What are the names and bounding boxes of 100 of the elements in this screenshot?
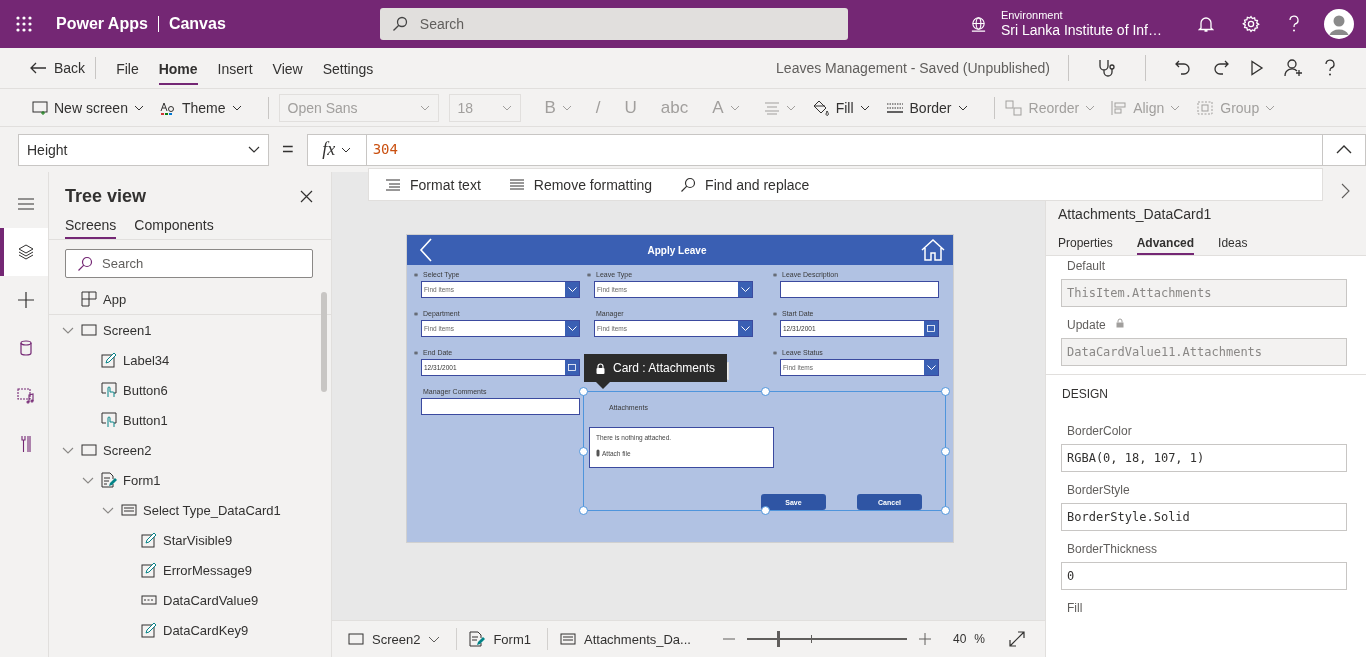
property-field[interactable]: BorderStyle.Solid — [1061, 503, 1347, 531]
tree-item[interactable]: Screen1 — [49, 315, 331, 345]
panel-tab[interactable]: Advanced — [1136, 236, 1195, 255]
search-field[interactable]: Search — [65, 249, 313, 278]
resize-handle[interactable] — [579, 447, 588, 456]
caret-icon — [1265, 104, 1276, 111]
dropdown-button[interactable] — [924, 360, 938, 375]
find-button[interactable]: Find and replace — [680, 176, 810, 193]
breadcrumb[interactable]: Form1 — [469, 631, 539, 647]
close-icon[interactable] — [300, 190, 313, 203]
resize-handle[interactable] — [579, 506, 588, 515]
caret-icon — [859, 104, 870, 111]
text-input[interactable] — [421, 398, 580, 415]
menu-tab[interactable]: View — [272, 51, 303, 85]
equals-sign: = — [282, 138, 294, 161]
slider-thumb[interactable] — [777, 631, 781, 647]
format-button[interactable]: Format text — [385, 176, 481, 193]
format-text-icon — [385, 178, 401, 191]
chevron-down-icon[interactable] — [62, 446, 74, 454]
app-name[interactable]: Power Apps — [56, 15, 148, 33]
tree-item[interactable]: DataCardValue9 — [49, 585, 331, 615]
tree-item[interactable]: DataCardKey9 — [49, 615, 331, 645]
panel-tab[interactable]: Ideas — [1218, 236, 1248, 255]
property-field[interactable]: 0 — [1061, 562, 1347, 590]
clear-button[interactable]: Remove formatting — [508, 176, 653, 193]
label-icon — [141, 562, 157, 578]
caret-icon — [561, 104, 572, 111]
tree-item[interactable]: StarVisible9 — [49, 525, 331, 555]
zoom-in-icon[interactable] — [918, 633, 931, 645]
search-field[interactable]: Search — [379, 8, 848, 40]
tree-button[interactable] — [0, 228, 48, 276]
stethoscope-icon[interactable] — [1097, 58, 1117, 78]
help-icon[interactable] — [1288, 15, 1300, 33]
bell-icon[interactable] — [1198, 15, 1214, 33]
tree-item[interactable]: Button1 — [49, 405, 331, 435]
section-heading: DESIGN — [1062, 387, 1108, 401]
breadcrumb[interactable]: Attachments_Da... — [560, 631, 699, 647]
home-icon[interactable] — [921, 239, 945, 261]
panel-tab[interactable]: Properties — [1058, 236, 1113, 255]
tree-item[interactable]: Select Type_DataCard1 — [49, 495, 331, 525]
tree-item[interactable]: App — [49, 284, 331, 314]
undo-icon[interactable] — [1174, 59, 1192, 77]
panel-tab[interactable]: Screens — [65, 215, 117, 239]
environment-label: Environment — [1000, 9, 1064, 23]
calendar-button[interactable] — [924, 321, 938, 336]
chevron-down-icon[interactable] — [62, 326, 74, 334]
resize-handle[interactable] — [761, 506, 770, 515]
dropdown-button[interactable] — [738, 321, 752, 336]
formula-field[interactable]: 304 — [366, 133, 1323, 166]
collapse-button[interactable] — [1323, 133, 1366, 166]
function-button[interactable]: fx — [306, 133, 367, 166]
panel-tab[interactable]: Components — [134, 215, 214, 239]
menu-tab[interactable]: File — [116, 51, 139, 85]
property-dropdown[interactable]: Height — [18, 133, 269, 166]
chevron-right-icon[interactable] — [1341, 183, 1350, 199]
menu-tab[interactable]: Settings — [322, 51, 374, 85]
back-button[interactable]: Back — [30, 60, 86, 76]
resize-handle[interactable] — [579, 387, 588, 396]
tree-item[interactable]: ErrorMessage9 — [49, 555, 331, 585]
resize-handle[interactable] — [941, 447, 950, 456]
environment-name[interactable]: Sri Lanka Institute of Inf… — [1000, 22, 1162, 39]
tree-item[interactable]: Button6 — [49, 375, 331, 405]
fit-screen-icon[interactable] — [1009, 631, 1025, 647]
tree-item[interactable]: Label34 — [49, 345, 331, 375]
newscreen-button[interactable]: New screen — [32, 99, 144, 116]
app-launcher-icon[interactable] — [16, 16, 32, 32]
caret-icon — [231, 104, 242, 111]
breadcrumb[interactable]: Screen2 — [348, 631, 449, 647]
caret-icon — [957, 104, 968, 111]
tree-item[interactable]: Form1 — [49, 465, 331, 495]
settings-icon[interactable] — [1242, 15, 1260, 33]
menu-tab[interactable]: Home — [158, 51, 198, 85]
add-user-icon[interactable] — [1284, 59, 1304, 77]
document-status: Leaves Management - Saved (Unpublished) — [776, 60, 1050, 76]
screen-title: Apply Leave — [647, 244, 707, 256]
menu-tab[interactable]: Insert — [217, 51, 253, 85]
theme-button[interactable]: Theme — [159, 99, 242, 116]
dropdown-button[interactable] — [738, 282, 752, 297]
dropdown-button[interactable] — [565, 321, 579, 336]
border-button[interactable]: Border — [885, 99, 968, 116]
dropdown-button[interactable] — [565, 282, 579, 297]
property-field[interactable]: RGBA(0, 18, 107, 1) — [1061, 444, 1347, 472]
avatar-icon[interactable] — [1324, 9, 1354, 39]
search-icon — [77, 255, 93, 272]
chevron-down-icon[interactable] — [102, 506, 114, 514]
resize-handle[interactable] — [941, 506, 950, 515]
calendar-button[interactable] — [565, 360, 579, 375]
play-icon[interactable] — [1250, 60, 1264, 76]
text-input[interactable] — [780, 281, 939, 298]
screen-icon — [81, 444, 97, 456]
scrollbar[interactable] — [321, 292, 327, 392]
help-icon[interactable] — [1324, 59, 1336, 77]
chevron-down-icon[interactable] — [82, 476, 94, 484]
fill-button[interactable]: Fill — [811, 99, 870, 116]
resize-handle[interactable] — [761, 387, 770, 396]
resize-handle[interactable] — [941, 387, 950, 396]
redo-icon[interactable] — [1212, 59, 1230, 77]
tree-item[interactable]: Screen2 — [49, 435, 331, 465]
group-icon — [1196, 99, 1215, 116]
caret-icon — [501, 104, 512, 111]
